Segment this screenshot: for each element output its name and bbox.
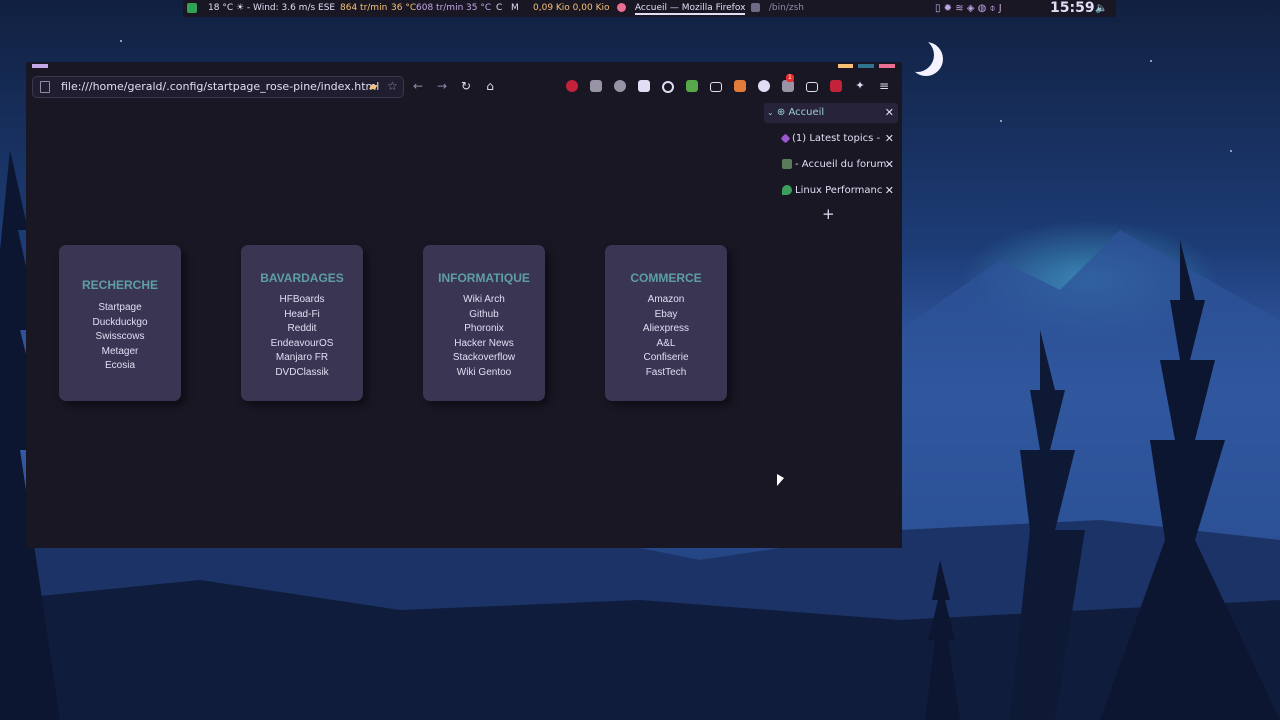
link-ebay[interactable]: Ebay (605, 308, 727, 323)
temperature-2: 35 °C (466, 3, 492, 13)
link-a-and-l[interactable]: A&L (605, 337, 727, 352)
top-status-bar: 18 °C ☀ - Wind: 3.6 m/s ESE 864 tr/min 3… (183, 0, 1116, 17)
fan-speed-1: 864 tr/min (340, 3, 388, 13)
card-commerce: COMMERCE Amazon Ebay Aliexpress A&L Conf… (605, 245, 727, 401)
firefox-icon (617, 3, 626, 12)
extension-icon[interactable] (638, 80, 650, 92)
memory-label: M (511, 3, 519, 13)
network-speed: 0,09 Kio 0,00 Kio (533, 3, 610, 13)
link-endeavouros[interactable]: EndeavourOS (241, 337, 363, 352)
url-bar[interactable]: file:///home/gerald/.config/startpage_ro… (32, 76, 404, 98)
reload-icon[interactable]: ↻ (456, 76, 476, 96)
trash-icon[interactable] (734, 80, 746, 92)
sidebar-tab[interactable]: Linux Performance ✕ (764, 181, 898, 201)
link-head-fi[interactable]: Head-Fi (241, 308, 363, 323)
link-swisscows[interactable]: Swisscows (59, 330, 181, 345)
home-icon[interactable]: ⌂ (480, 76, 500, 96)
link-aliexpress[interactable]: Aliexpress (605, 322, 727, 337)
link-manjaro-fr[interactable]: Manjaro FR (241, 351, 363, 366)
extension-icon[interactable] (758, 80, 770, 92)
sidebar-tab[interactable]: - Accueil du forum ✕ (764, 155, 898, 175)
link-stackoverflow[interactable]: Stackoverflow (423, 351, 545, 366)
link-startpage[interactable]: Startpage (59, 301, 181, 316)
url-text[interactable]: file:///home/gerald/.config/startpage_ro… (61, 77, 379, 97)
close-icon[interactable]: ✕ (885, 155, 894, 175)
folder-icon[interactable]: ▰ (369, 80, 377, 93)
firefox-window: file:///home/gerald/.config/startpage_ro… (26, 62, 902, 548)
link-duckduckgo[interactable]: Duckduckgo (59, 316, 181, 331)
link-hfboards[interactable]: HFBoards (241, 293, 363, 308)
extension-icon[interactable] (590, 80, 602, 92)
terminal-icon (751, 3, 760, 12)
card-title: INFORMATIQUE (438, 271, 530, 285)
cpu-label: C (496, 3, 503, 13)
window-titlebar (26, 62, 902, 70)
ublock-icon[interactable] (566, 80, 578, 92)
fan-speed-2: 608 tr/min (416, 3, 464, 13)
card-title: COMMERCE (630, 271, 702, 285)
link-fasttech[interactable]: FastTech (605, 366, 727, 381)
extension-icon[interactable] (614, 80, 626, 92)
site-icon (782, 159, 792, 169)
mouse-cursor (777, 474, 784, 486)
tray-icons[interactable]: ▯ ✹ ≋ ◈ ◍ ⌽ J (935, 0, 1002, 17)
extension-icon[interactable] (830, 80, 842, 92)
chat-icon (782, 185, 792, 195)
weather-widget: 18 °C ☀ - Wind: 3.6 m/s ESE (208, 3, 336, 13)
power-icon[interactable] (662, 81, 674, 93)
card-recherche: RECHERCHE Startpage Duckduckgo Swisscows… (59, 245, 181, 401)
card-title: RECHERCHE (81, 278, 158, 292)
clock: 15:59 (1050, 0, 1095, 16)
link-wiki-arch[interactable]: Wiki Arch (423, 293, 545, 308)
card-title: BAVARDAGES (260, 271, 344, 285)
link-confiserie[interactable]: Confiserie (605, 351, 727, 366)
link-dvdclassik[interactable]: DVDClassik (241, 366, 363, 381)
star-icon[interactable]: ☆ (387, 79, 398, 93)
link-hacker-news[interactable]: Hacker News (423, 337, 545, 352)
volume-icon[interactable]: 🔈 (1095, 0, 1107, 17)
chevron-down-icon: ⌄ (767, 108, 774, 117)
link-metager[interactable]: Metager (59, 345, 181, 360)
globe-icon: ⊕ (776, 107, 786, 118)
tab-counter-icon[interactable]: 1 (782, 74, 794, 92)
link-wiki-gentoo[interactable]: Wiki Gentoo (423, 366, 545, 381)
page-icon (40, 81, 50, 93)
extension-icon[interactable] (686, 80, 698, 92)
extension-icon[interactable] (806, 82, 818, 92)
extensions-icon[interactable]: ✦ (850, 76, 870, 96)
close-icon[interactable]: ✕ (885, 129, 894, 149)
sidebar-tab[interactable]: (1) Latest topics - ✕ (764, 129, 898, 149)
link-ecosia[interactable]: Ecosia (59, 359, 181, 374)
link-amazon[interactable]: Amazon (605, 293, 727, 308)
link-phoronix[interactable]: Phoronix (423, 322, 545, 337)
tab-counter-badge: 1 (786, 74, 794, 82)
extension-icon[interactable] (710, 82, 722, 92)
link-github[interactable]: Github (423, 308, 545, 323)
temperature-1: 36 °C (391, 3, 417, 13)
close-icon[interactable]: ✕ (881, 181, 894, 201)
sidebar-tab-accueil[interactable]: ⌄ ⊕ Accueil ✕ (764, 103, 898, 123)
task-terminal[interactable]: /bin/zsh (751, 0, 804, 17)
link-reddit[interactable]: Reddit (241, 322, 363, 337)
menu-icon[interactable]: ≡ (874, 76, 894, 96)
task-firefox[interactable]: Accueil — Mozilla Firefox (617, 0, 746, 17)
close-icon[interactable]: ✕ (885, 103, 894, 123)
app-launcher-icon[interactable] (187, 0, 197, 17)
new-tab-button[interactable]: + (822, 205, 835, 223)
card-informatique: INFORMATIQUE Wiki Arch Github Phoronix H… (423, 245, 545, 401)
forum-icon (780, 133, 791, 143)
card-bavardages: BAVARDAGES HFBoards Head-Fi Reddit Endea… (241, 245, 363, 401)
back-icon[interactable]: ← (408, 76, 428, 96)
forward-icon[interactable]: → (432, 76, 452, 96)
